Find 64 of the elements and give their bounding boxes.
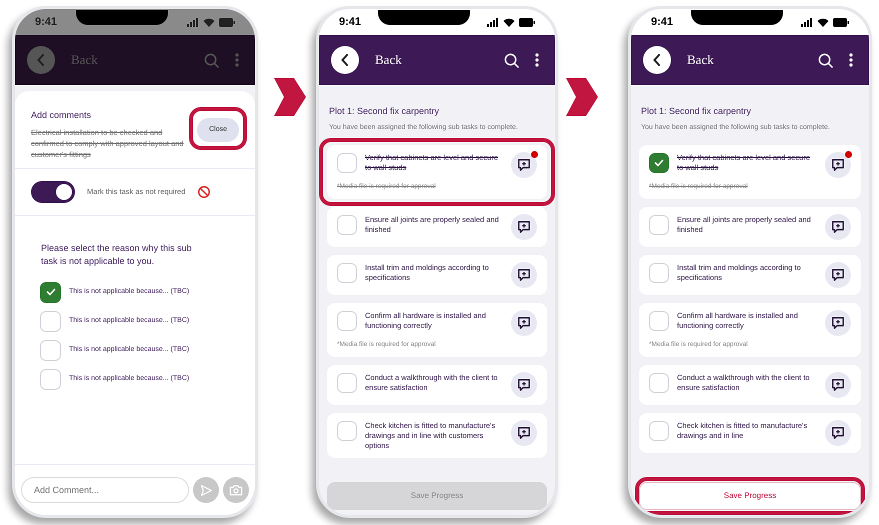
add-comment-button[interactable] [511,262,537,288]
send-icon [200,484,212,496]
checkbox[interactable] [649,153,669,173]
comment-plus-icon [831,426,845,440]
signal-icon [187,18,199,26]
chevron-left-icon [341,54,349,66]
back-button[interactable] [331,46,359,74]
add-comment-button[interactable] [825,262,851,288]
check-icon [46,288,56,296]
back-label: Back [71,51,98,70]
camera-icon [229,484,243,496]
signal-icon [801,18,813,26]
comment-plus-icon [517,220,531,234]
plot-title: Plot 1: Second fix carpentry [640,105,752,118]
add-comment-button[interactable] [511,152,537,178]
status-time: 9:41 [35,14,58,30]
back-label: Back [375,51,402,70]
battery-icon [519,18,535,26]
chevron-left-icon [37,54,45,66]
search-icon[interactable] [818,52,833,68]
checkbox[interactable] [40,282,61,302]
chevron-arrow-icon [566,78,598,116]
more-icon[interactable] [535,53,539,67]
add-comment-button[interactable] [511,420,537,446]
back-button[interactable] [643,46,671,74]
status-time: 9:41 [651,14,674,30]
add-comment-button[interactable] [511,214,537,240]
comment-plus-icon [517,268,531,282]
more-icon[interactable] [849,53,853,67]
toggle-switch[interactable] [31,180,75,202]
comment-plus-icon [831,378,845,392]
comment-plus-icon [831,316,845,330]
battery-icon [833,18,849,26]
chevron-arrow-icon [274,78,306,116]
comment-plus-icon [831,220,845,234]
reason-prompt: Please select the reason why this sub task is not applicable to you. [40,242,193,268]
add-comment-button[interactable] [825,152,851,178]
signal-icon [487,18,499,26]
add-comment-button[interactable] [511,310,537,336]
wifi-icon [503,18,515,26]
chevron-left-icon [653,54,661,66]
comment-plus-icon [831,158,845,172]
add-comment-button[interactable] [511,372,537,398]
add-comment-button[interactable] [825,310,851,336]
comment-plus-icon [517,158,531,172]
wifi-icon [203,18,215,26]
save-progress-button[interactable]: Save Progress [639,482,861,510]
sheet-title: Add comments [31,109,92,122]
add-comment-button[interactable] [825,372,851,398]
comment-input[interactable]: Add Comment... [21,477,189,503]
wifi-icon [817,18,829,26]
comment-plus-icon [517,426,531,440]
comment-plus-icon [517,378,531,392]
add-comment-button[interactable] [825,214,851,240]
status-time: 9:41 [339,14,362,30]
prohibited-icon [197,184,212,198]
add-comment-button[interactable] [825,420,851,446]
search-icon[interactable] [504,52,519,68]
battery-icon [219,18,235,26]
back-label: Back [687,51,714,70]
check-icon [654,159,664,167]
comment-plus-icon [831,268,845,282]
comment-plus-icon [517,316,531,330]
plot-title: Plot 1: Second fix carpentry [328,105,440,118]
